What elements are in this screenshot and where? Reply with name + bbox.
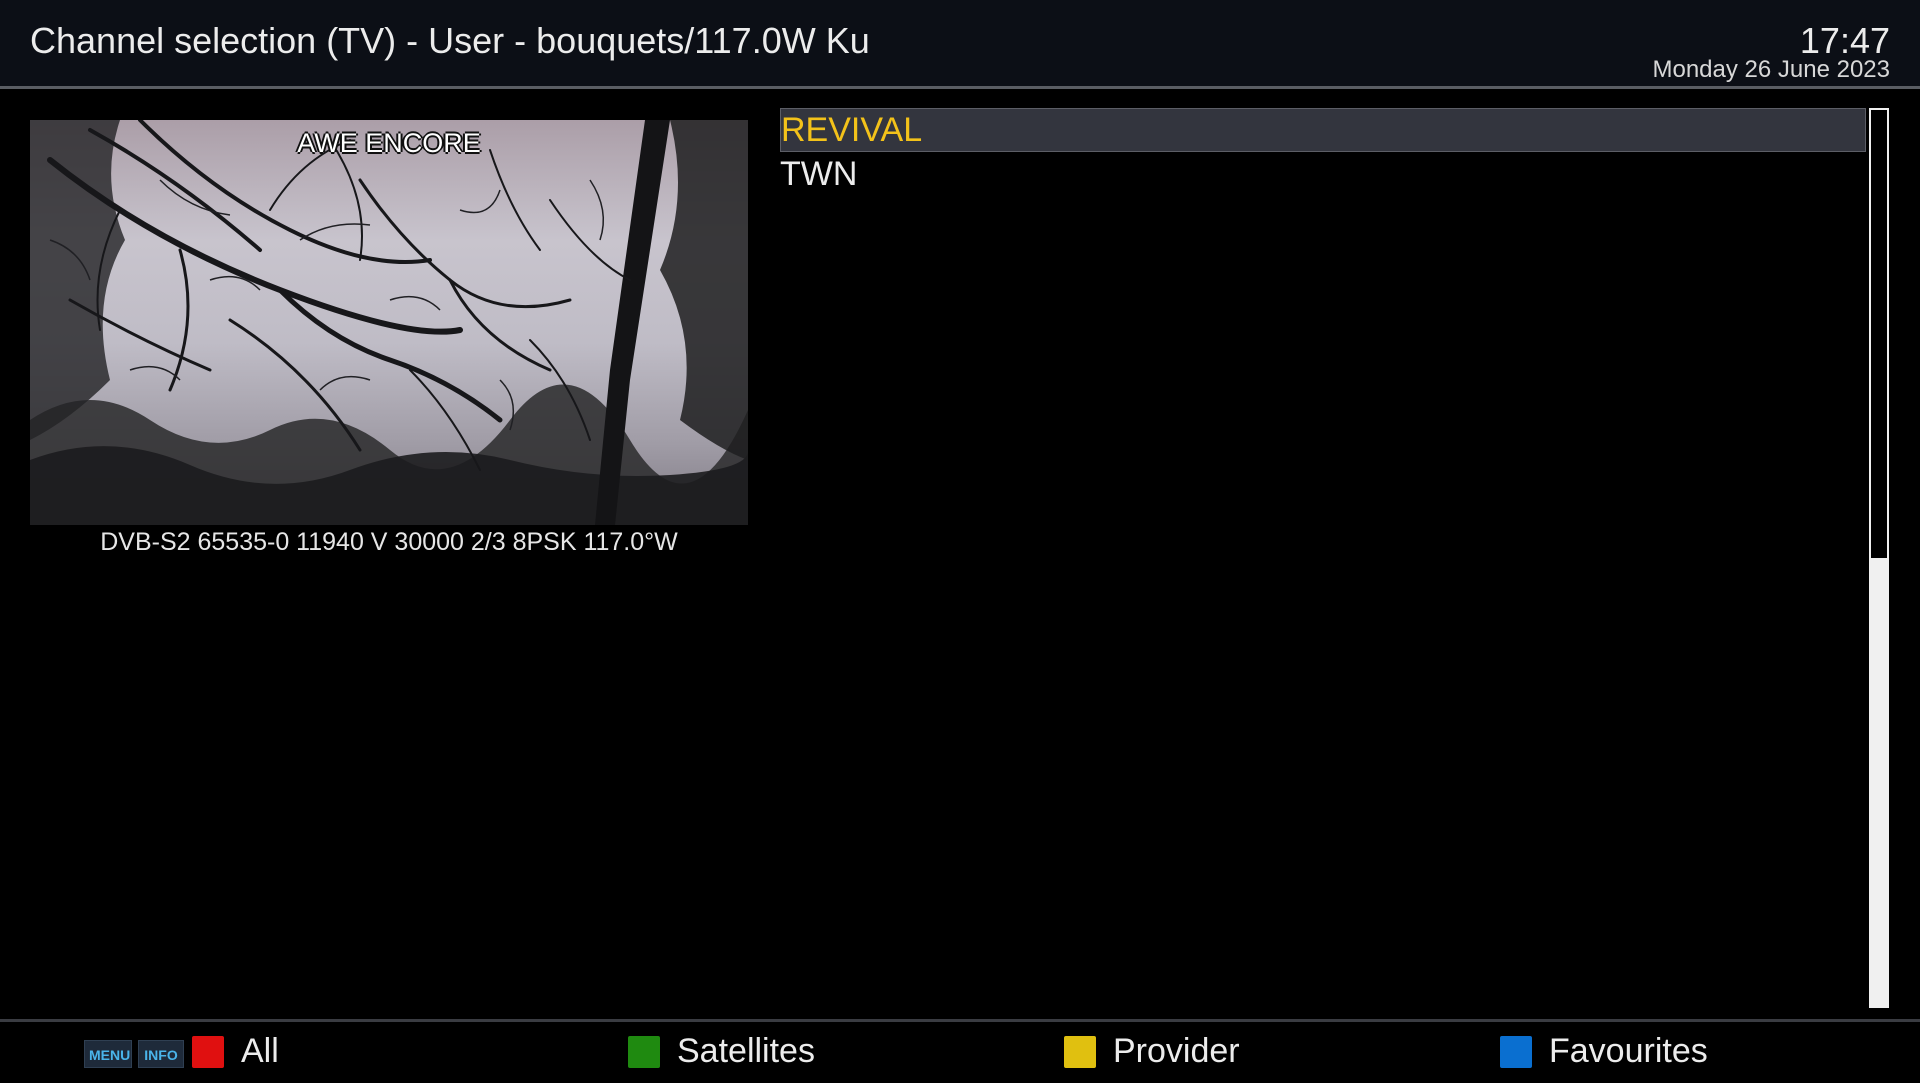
provider-button[interactable]: Provider (1113, 1032, 1240, 1071)
favourites-button[interactable]: Favourites (1549, 1032, 1708, 1071)
channel-list: REVIVAL TWN (780, 108, 1866, 196)
scrollbar-thumb[interactable] (1871, 110, 1887, 558)
channel-logo: AWE ENCORE (297, 128, 481, 158)
color-key-bar: MENU INFO All Satellites Provider Favour… (0, 1019, 1920, 1083)
all-button[interactable]: All (241, 1032, 279, 1071)
clock-date: Monday 26 June 2023 (1652, 56, 1890, 83)
transponder-info: DVB-S2 65535-0 11940 V 30000 2/3 8PSK 11… (100, 528, 678, 556)
channel-item-twn[interactable]: TWN (780, 152, 1866, 196)
preview-scene (30, 120, 748, 525)
red-key-icon[interactable] (192, 1036, 224, 1068)
satellites-button[interactable]: Satellites (677, 1032, 815, 1071)
yellow-key-icon[interactable] (1064, 1036, 1096, 1068)
info-key-icon[interactable]: INFO (138, 1040, 184, 1068)
screen-title: Channel selection (TV) - User - bouquets… (30, 20, 870, 61)
blue-key-icon[interactable] (1500, 1036, 1532, 1068)
menu-key-icon[interactable]: MENU (84, 1040, 132, 1068)
title-bar: Channel selection (TV) - User - bouquets… (0, 0, 1920, 89)
video-preview: AWE ENCORE (30, 120, 748, 525)
green-key-icon[interactable] (628, 1036, 660, 1068)
channel-list-scrollbar[interactable] (1869, 108, 1889, 1008)
channel-item-revival[interactable]: REVIVAL (780, 108, 1866, 152)
